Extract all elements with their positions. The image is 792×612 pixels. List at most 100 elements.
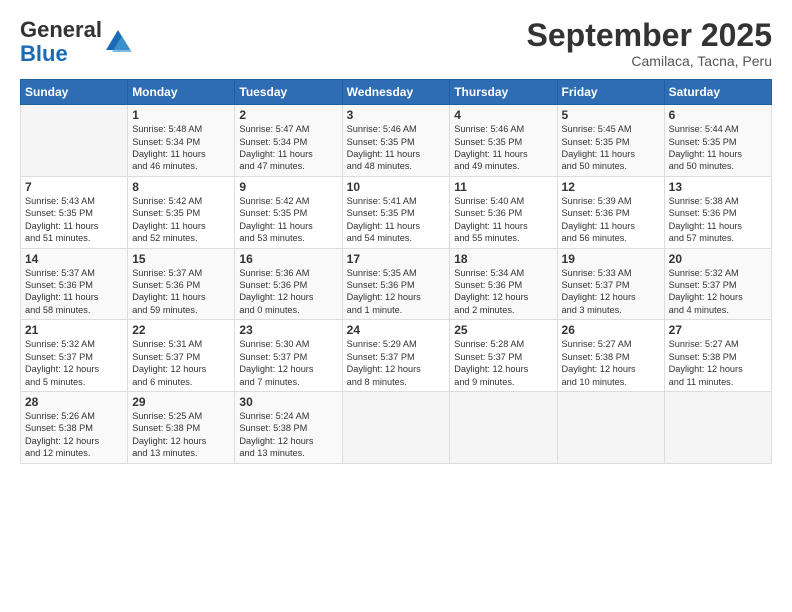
calendar-cell [21, 105, 128, 177]
month-title: September 2025 [527, 18, 772, 53]
day-number: 1 [132, 108, 230, 122]
cell-info: Sunrise: 5:36 AM Sunset: 5:36 PM Dayligh… [239, 267, 337, 317]
calendar-cell: 19Sunrise: 5:33 AM Sunset: 5:37 PM Dayli… [557, 248, 664, 320]
cell-info: Sunrise: 5:28 AM Sunset: 5:37 PM Dayligh… [454, 338, 552, 388]
day-number: 12 [562, 180, 660, 194]
calendar-cell: 25Sunrise: 5:28 AM Sunset: 5:37 PM Dayli… [450, 320, 557, 392]
cell-info: Sunrise: 5:46 AM Sunset: 5:35 PM Dayligh… [454, 123, 552, 173]
cell-info: Sunrise: 5:27 AM Sunset: 5:38 PM Dayligh… [562, 338, 660, 388]
day-number: 8 [132, 180, 230, 194]
calendar-cell: 28Sunrise: 5:26 AM Sunset: 5:38 PM Dayli… [21, 391, 128, 463]
day-number: 11 [454, 180, 552, 194]
cell-info: Sunrise: 5:24 AM Sunset: 5:38 PM Dayligh… [239, 410, 337, 460]
logo-text: General Blue [20, 18, 102, 66]
calendar-cell: 10Sunrise: 5:41 AM Sunset: 5:35 PM Dayli… [342, 176, 450, 248]
day-number: 25 [454, 323, 552, 337]
day-number: 10 [347, 180, 446, 194]
calendar-cell: 24Sunrise: 5:29 AM Sunset: 5:37 PM Dayli… [342, 320, 450, 392]
cell-info: Sunrise: 5:32 AM Sunset: 5:37 PM Dayligh… [25, 338, 123, 388]
day-number: 7 [25, 180, 123, 194]
col-wednesday: Wednesday [342, 80, 450, 105]
day-number: 2 [239, 108, 337, 122]
cell-info: Sunrise: 5:30 AM Sunset: 5:37 PM Dayligh… [239, 338, 337, 388]
calendar-cell: 27Sunrise: 5:27 AM Sunset: 5:38 PM Dayli… [664, 320, 771, 392]
week-row-3: 14Sunrise: 5:37 AM Sunset: 5:36 PM Dayli… [21, 248, 772, 320]
day-number: 5 [562, 108, 660, 122]
cell-info: Sunrise: 5:41 AM Sunset: 5:35 PM Dayligh… [347, 195, 446, 245]
header: General Blue September 2025 Camilaca, Ta… [20, 18, 772, 69]
cell-info: Sunrise: 5:29 AM Sunset: 5:37 PM Dayligh… [347, 338, 446, 388]
calendar-cell: 4Sunrise: 5:46 AM Sunset: 5:35 PM Daylig… [450, 105, 557, 177]
cell-info: Sunrise: 5:37 AM Sunset: 5:36 PM Dayligh… [132, 267, 230, 317]
cell-info: Sunrise: 5:48 AM Sunset: 5:34 PM Dayligh… [132, 123, 230, 173]
calendar-cell [664, 391, 771, 463]
cell-info: Sunrise: 5:34 AM Sunset: 5:36 PM Dayligh… [454, 267, 552, 317]
logo: General Blue [20, 18, 132, 66]
calendar-cell: 29Sunrise: 5:25 AM Sunset: 5:38 PM Dayli… [128, 391, 235, 463]
calendar-page: General Blue September 2025 Camilaca, Ta… [0, 0, 792, 612]
calendar-cell: 5Sunrise: 5:45 AM Sunset: 5:35 PM Daylig… [557, 105, 664, 177]
week-row-2: 7Sunrise: 5:43 AM Sunset: 5:35 PM Daylig… [21, 176, 772, 248]
calendar-table: Sunday Monday Tuesday Wednesday Thursday… [20, 79, 772, 463]
day-number: 29 [132, 395, 230, 409]
calendar-cell: 15Sunrise: 5:37 AM Sunset: 5:36 PM Dayli… [128, 248, 235, 320]
cell-info: Sunrise: 5:31 AM Sunset: 5:37 PM Dayligh… [132, 338, 230, 388]
cell-info: Sunrise: 5:38 AM Sunset: 5:36 PM Dayligh… [669, 195, 767, 245]
calendar-cell: 26Sunrise: 5:27 AM Sunset: 5:38 PM Dayli… [557, 320, 664, 392]
calendar-cell [557, 391, 664, 463]
day-number: 6 [669, 108, 767, 122]
day-number: 26 [562, 323, 660, 337]
day-number: 22 [132, 323, 230, 337]
cell-info: Sunrise: 5:32 AM Sunset: 5:37 PM Dayligh… [669, 267, 767, 317]
day-number: 13 [669, 180, 767, 194]
col-saturday: Saturday [664, 80, 771, 105]
cell-info: Sunrise: 5:39 AM Sunset: 5:36 PM Dayligh… [562, 195, 660, 245]
calendar-cell: 9Sunrise: 5:42 AM Sunset: 5:35 PM Daylig… [235, 176, 342, 248]
calendar-cell: 21Sunrise: 5:32 AM Sunset: 5:37 PM Dayli… [21, 320, 128, 392]
day-number: 27 [669, 323, 767, 337]
week-row-5: 28Sunrise: 5:26 AM Sunset: 5:38 PM Dayli… [21, 391, 772, 463]
day-number: 4 [454, 108, 552, 122]
day-number: 21 [25, 323, 123, 337]
calendar-cell: 3Sunrise: 5:46 AM Sunset: 5:35 PM Daylig… [342, 105, 450, 177]
logo-general: General [20, 17, 102, 42]
day-number: 18 [454, 252, 552, 266]
cell-info: Sunrise: 5:42 AM Sunset: 5:35 PM Dayligh… [239, 195, 337, 245]
cell-info: Sunrise: 5:26 AM Sunset: 5:38 PM Dayligh… [25, 410, 123, 460]
calendar-cell: 12Sunrise: 5:39 AM Sunset: 5:36 PM Dayli… [557, 176, 664, 248]
day-number: 9 [239, 180, 337, 194]
week-row-4: 21Sunrise: 5:32 AM Sunset: 5:37 PM Dayli… [21, 320, 772, 392]
cell-info: Sunrise: 5:46 AM Sunset: 5:35 PM Dayligh… [347, 123, 446, 173]
calendar-cell: 6Sunrise: 5:44 AM Sunset: 5:35 PM Daylig… [664, 105, 771, 177]
logo-icon [104, 28, 132, 56]
day-number: 24 [347, 323, 446, 337]
cell-info: Sunrise: 5:47 AM Sunset: 5:34 PM Dayligh… [239, 123, 337, 173]
col-tuesday: Tuesday [235, 80, 342, 105]
week-row-1: 1Sunrise: 5:48 AM Sunset: 5:34 PM Daylig… [21, 105, 772, 177]
calendar-cell: 30Sunrise: 5:24 AM Sunset: 5:38 PM Dayli… [235, 391, 342, 463]
cell-info: Sunrise: 5:37 AM Sunset: 5:36 PM Dayligh… [25, 267, 123, 317]
cell-info: Sunrise: 5:45 AM Sunset: 5:35 PM Dayligh… [562, 123, 660, 173]
calendar-cell: 13Sunrise: 5:38 AM Sunset: 5:36 PM Dayli… [664, 176, 771, 248]
calendar-cell: 20Sunrise: 5:32 AM Sunset: 5:37 PM Dayli… [664, 248, 771, 320]
col-monday: Monday [128, 80, 235, 105]
day-number: 3 [347, 108, 446, 122]
col-sunday: Sunday [21, 80, 128, 105]
calendar-cell: 23Sunrise: 5:30 AM Sunset: 5:37 PM Dayli… [235, 320, 342, 392]
logo-blue: Blue [20, 41, 68, 66]
calendar-cell [450, 391, 557, 463]
calendar-cell: 16Sunrise: 5:36 AM Sunset: 5:36 PM Dayli… [235, 248, 342, 320]
calendar-cell: 8Sunrise: 5:42 AM Sunset: 5:35 PM Daylig… [128, 176, 235, 248]
header-row: Sunday Monday Tuesday Wednesday Thursday… [21, 80, 772, 105]
subtitle: Camilaca, Tacna, Peru [527, 53, 772, 69]
day-number: 30 [239, 395, 337, 409]
title-block: September 2025 Camilaca, Tacna, Peru [527, 18, 772, 69]
calendar-cell: 1Sunrise: 5:48 AM Sunset: 5:34 PM Daylig… [128, 105, 235, 177]
day-number: 20 [669, 252, 767, 266]
cell-info: Sunrise: 5:33 AM Sunset: 5:37 PM Dayligh… [562, 267, 660, 317]
col-friday: Friday [557, 80, 664, 105]
calendar-cell: 22Sunrise: 5:31 AM Sunset: 5:37 PM Dayli… [128, 320, 235, 392]
cell-info: Sunrise: 5:25 AM Sunset: 5:38 PM Dayligh… [132, 410, 230, 460]
calendar-cell: 17Sunrise: 5:35 AM Sunset: 5:36 PM Dayli… [342, 248, 450, 320]
col-thursday: Thursday [450, 80, 557, 105]
